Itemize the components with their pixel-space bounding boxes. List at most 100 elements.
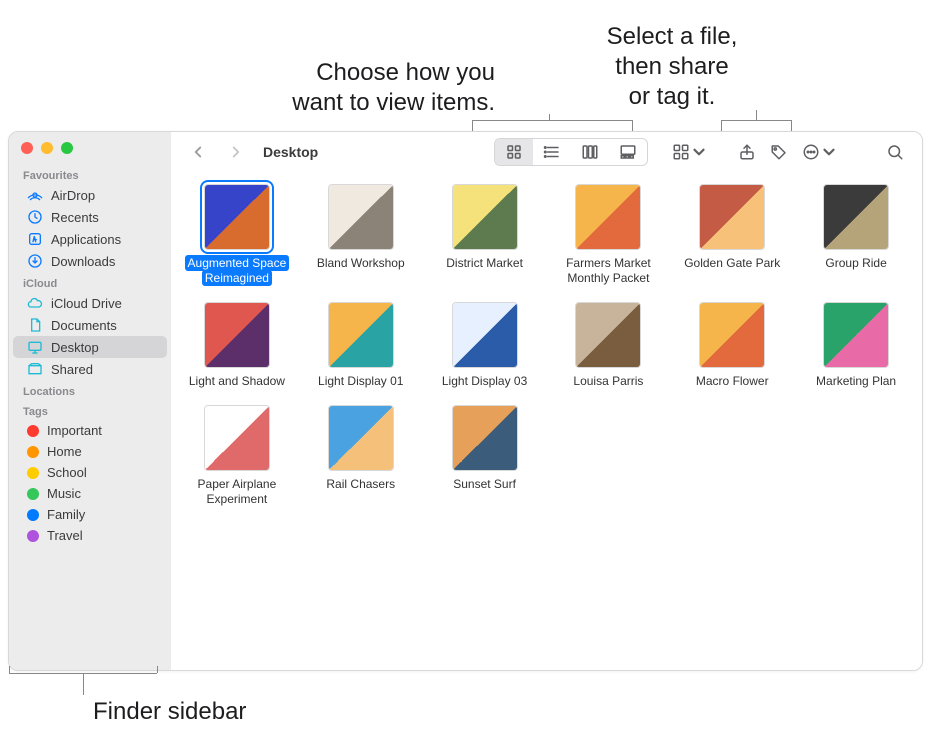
location-title: Desktop xyxy=(263,144,318,160)
tag-item-travel[interactable]: Travel xyxy=(13,525,167,546)
sidebar-item-applications[interactable]: Applications xyxy=(13,228,167,250)
maximize-button[interactable] xyxy=(61,142,73,154)
callout-line xyxy=(83,673,84,695)
tag-item-music[interactable]: Music xyxy=(13,483,167,504)
main-area: Desktop xyxy=(171,132,922,670)
callout-line xyxy=(9,666,10,673)
callout-line xyxy=(721,120,791,121)
shared-icon xyxy=(27,361,43,377)
sidebar-item-downloads[interactable]: Downloads xyxy=(13,250,167,272)
callout-view: Choose how you want to view items. xyxy=(275,58,495,118)
file-thumbnail xyxy=(204,302,270,368)
tag-button[interactable] xyxy=(764,139,794,165)
minimize-button[interactable] xyxy=(41,142,53,154)
sidebar-item-label: Downloads xyxy=(51,254,115,269)
group-button[interactable] xyxy=(666,139,714,165)
tag-item-school[interactable]: School xyxy=(13,462,167,483)
file-thumbnail xyxy=(328,405,394,471)
file-thumbnail xyxy=(699,302,765,368)
search-button[interactable] xyxy=(880,139,910,165)
file-item[interactable]: Rail Chasers xyxy=(303,405,419,507)
file-label: Light Display 01 xyxy=(318,374,403,388)
sidebar-item-desktop[interactable]: Desktop xyxy=(13,336,167,358)
tag-dot xyxy=(27,446,39,458)
airdrop-icon xyxy=(27,187,43,203)
sidebar-item-label: Documents xyxy=(51,318,117,333)
sidebar-item-icloud-drive[interactable]: iCloud Drive xyxy=(13,292,167,314)
file-item[interactable]: Golden Gate Park xyxy=(674,184,790,286)
sidebar-item-label: Desktop xyxy=(51,340,99,355)
section-header: Favourites xyxy=(9,164,171,184)
file-thumbnail xyxy=(575,302,641,368)
sidebar-item-documents[interactable]: Documents xyxy=(13,314,167,336)
file-label: Macro Flower xyxy=(696,374,769,388)
sidebar-item-label: Recents xyxy=(51,210,99,225)
section-header: iCloud xyxy=(9,272,171,292)
more-button[interactable] xyxy=(796,139,844,165)
tag-item-family[interactable]: Family xyxy=(13,504,167,525)
sidebar-item-shared[interactable]: Shared xyxy=(13,358,167,380)
icloud-icon xyxy=(27,295,43,311)
file-item[interactable]: Marketing Plan xyxy=(798,302,914,389)
file-label: Farmers Market Monthly Packet xyxy=(566,256,651,285)
file-item[interactable]: District Market xyxy=(427,184,543,286)
file-label: Marketing Plan xyxy=(816,374,896,388)
file-label: Golden Gate Park xyxy=(684,256,780,270)
file-thumbnail xyxy=(452,184,518,250)
file-label: Group Ride xyxy=(825,256,886,270)
icon-view-button[interactable] xyxy=(495,139,533,165)
downloads-icon xyxy=(27,253,43,269)
file-item[interactable]: Bland Workshop xyxy=(303,184,419,286)
tag-dot xyxy=(27,488,39,500)
file-item[interactable]: Louisa Parris xyxy=(551,302,667,389)
tag-dot xyxy=(27,467,39,479)
view-switcher xyxy=(494,138,648,166)
file-item[interactable]: Light Display 03 xyxy=(427,302,543,389)
file-item[interactable]: Farmers Market Monthly Packet xyxy=(551,184,667,286)
file-item[interactable]: Augmented Space Reimagined xyxy=(179,184,295,286)
file-label: Augmented Space Reimagined xyxy=(185,255,290,286)
tag-label: Family xyxy=(47,507,85,522)
recents-icon xyxy=(27,209,43,225)
column-view-button[interactable] xyxy=(571,139,609,165)
file-item[interactable]: Light and Shadow xyxy=(179,302,295,389)
sidebar-item-airdrop[interactable]: AirDrop xyxy=(13,184,167,206)
back-button[interactable] xyxy=(183,139,213,165)
file-item[interactable]: Paper Airplane Experiment xyxy=(179,405,295,507)
file-thumbnail xyxy=(328,302,394,368)
file-label: Louisa Parris xyxy=(573,374,643,388)
tag-label: School xyxy=(47,465,87,480)
tag-item-important[interactable]: Important xyxy=(13,420,167,441)
share-button[interactable] xyxy=(732,139,762,165)
tag-dot xyxy=(27,509,39,521)
sidebar-item-recents[interactable]: Recents xyxy=(13,206,167,228)
file-label: Sunset Surf xyxy=(453,477,516,491)
tag-label: Important xyxy=(47,423,102,438)
file-label: Light and Shadow xyxy=(189,374,285,388)
file-item[interactable]: Sunset Surf xyxy=(427,405,543,507)
file-thumbnail xyxy=(575,184,641,250)
callout-line xyxy=(157,666,158,673)
tag-dot xyxy=(27,530,39,542)
file-item[interactable]: Light Display 01 xyxy=(303,302,419,389)
file-thumbnail xyxy=(204,405,270,471)
file-item[interactable]: Group Ride xyxy=(798,184,914,286)
file-item[interactable]: Macro Flower xyxy=(674,302,790,389)
tag-item-home[interactable]: Home xyxy=(13,441,167,462)
forward-button[interactable] xyxy=(221,139,251,165)
callout-share: Select a file, then share or tag it. xyxy=(592,22,752,112)
section-header: Locations xyxy=(9,380,171,400)
desktop-icon xyxy=(27,339,43,355)
file-grid: Augmented Space Reimagined Bland Workshop… xyxy=(179,184,914,507)
callout-sidebar: Finder sidebar xyxy=(93,698,246,726)
file-thumbnail xyxy=(452,405,518,471)
gallery-view-button[interactable] xyxy=(609,139,647,165)
callout-line xyxy=(756,110,757,120)
close-button[interactable] xyxy=(21,142,33,154)
sidebar-item-label: Applications xyxy=(51,232,121,247)
list-view-button[interactable] xyxy=(533,139,571,165)
content-area[interactable]: Augmented Space Reimagined Bland Workshop… xyxy=(171,172,922,670)
file-label: Rail Chasers xyxy=(326,477,395,491)
finder-sidebar: FavouritesAirDrop Recents Applications Down… xyxy=(9,132,171,670)
applications-icon xyxy=(27,231,43,247)
